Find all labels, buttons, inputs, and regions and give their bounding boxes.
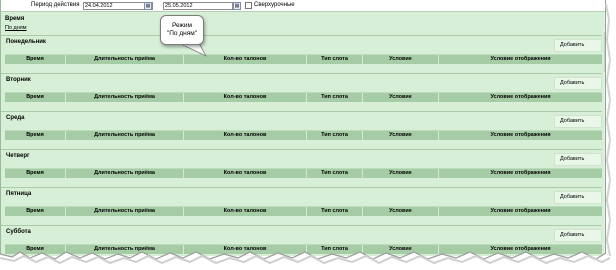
overtime-checkbox[interactable] — [245, 2, 252, 9]
add-button[interactable]: Добавить — [554, 153, 602, 166]
date-from-field[interactable]: 24.04.2012 — [83, 2, 153, 10]
day-section: Вторник Добавить Время Длительность приёма К… — [1, 73, 605, 111]
day-name: Суббота — [6, 229, 31, 235]
column-header[interactable]: Кол-во талонов — [184, 93, 307, 102]
column-header[interactable]: Длительность приёма — [66, 93, 184, 102]
column-header[interactable]: Время — [5, 207, 66, 216]
date-to-field[interactable]: 25.05.2012 — [163, 2, 233, 10]
day-divider — [1, 111, 602, 112]
column-header[interactable]: Время — [5, 55, 66, 64]
column-header[interactable]: Условие отображения — [439, 245, 602, 254]
column-header[interactable]: Кол-во талонов — [184, 207, 307, 216]
column-header[interactable]: Тип слота — [307, 245, 363, 254]
column-header[interactable]: Длительность приёма — [66, 131, 184, 140]
add-button[interactable]: Добавить — [554, 77, 602, 90]
column-header[interactable]: Длительность приёма — [66, 169, 184, 178]
column-header[interactable]: Время — [5, 93, 66, 102]
add-button[interactable]: Добавить — [554, 115, 602, 128]
mode-by-days-link[interactable]: По дням — [5, 25, 27, 31]
column-header[interactable]: Время — [5, 131, 66, 140]
column-header[interactable]: Тип слота — [307, 169, 363, 178]
column-header[interactable]: Тип слота — [307, 93, 363, 102]
day-name: Вторник — [6, 77, 31, 83]
column-header[interactable]: Условие отображения — [439, 131, 602, 140]
overtime-label: Сверхурочные — [254, 2, 295, 8]
day-divider — [1, 187, 602, 188]
add-button[interactable]: Добавить — [554, 39, 602, 52]
column-header[interactable]: Кол-во талонов — [184, 169, 307, 178]
day-name: Понедельник — [6, 39, 46, 45]
column-header[interactable]: Длительность приёма — [66, 55, 184, 64]
table-header: Время Длительность приёма Кол-во талонов Ти… — [5, 54, 602, 64]
table-header: Время Длительность приёма Кол-во талонов Ти… — [5, 92, 602, 102]
callout-line-1: Режим — [171, 22, 193, 29]
column-header[interactable]: Кол-во талонов — [184, 245, 307, 254]
scrollbar[interactable] — [604, 12, 605, 256]
column-header[interactable]: Условие отображения — [439, 207, 602, 216]
column-header[interactable]: Тип слота — [307, 131, 363, 140]
day-divider — [1, 35, 602, 36]
day-name: Среда — [6, 115, 25, 121]
column-header[interactable]: Тип слота — [307, 55, 363, 64]
day-divider — [1, 73, 602, 74]
column-header[interactable]: Условие отображения — [439, 169, 602, 178]
day-section: Среда Добавить Время Длительность приёма Кол… — [1, 111, 605, 149]
add-button[interactable]: Добавить — [554, 229, 602, 242]
column-header[interactable]: Условие отображения — [439, 93, 602, 102]
column-header[interactable]: Условие — [363, 245, 439, 254]
callout-line-2: "По дням" — [166, 30, 198, 37]
day-name: Четверг — [6, 153, 30, 159]
day-section: Четверг Добавить Время Длительность приёма К… — [1, 149, 605, 187]
column-header[interactable]: Время — [5, 169, 66, 178]
day-section: Понедельник Добавить Время Длительность при… — [1, 35, 605, 73]
day-section: Суббота Добавить Время Длительность приёма К… — [1, 225, 605, 256]
column-header[interactable]: Время — [5, 245, 66, 254]
calendar-to-icon[interactable]: ▦ — [233, 2, 241, 10]
mode-callout: Режим "По дням" — [160, 15, 204, 45]
column-header[interactable]: Условие отображения — [439, 55, 602, 64]
table-header: Время Длительность приёма Кол-во талонов Ти… — [5, 168, 602, 178]
calendar-from-icon[interactable]: ▦ — [144, 2, 152, 10]
column-header[interactable]: Длительность приёма — [66, 245, 184, 254]
add-button[interactable]: Добавить — [554, 191, 602, 204]
column-header[interactable]: Длительность приёма — [66, 207, 184, 216]
day-divider — [1, 225, 602, 226]
table-header: Время Длительность приёма Кол-во талонов Ти… — [5, 244, 602, 254]
day-section: Пятница Добавить Время Длительность приёма К… — [1, 187, 605, 225]
column-header[interactable]: Кол-во талонов — [184, 131, 307, 140]
column-header[interactable]: Условие — [363, 207, 439, 216]
column-header[interactable]: Условие — [363, 93, 439, 102]
section-title: Время — [5, 16, 25, 22]
period-label: Период действия — [31, 2, 80, 8]
column-header[interactable]: Условие — [363, 131, 439, 140]
column-header[interactable]: Тип слота — [307, 207, 363, 216]
day-name: Пятница — [6, 191, 32, 197]
column-header[interactable]: Условие — [363, 169, 439, 178]
column-header[interactable]: Условие — [363, 55, 439, 64]
schedule-panel: Период действия 24.04.2012 ▦ 25.05.2012 … — [0, 0, 606, 256]
column-header[interactable]: Кол-во талонов — [184, 55, 307, 64]
scrollbar-thumb[interactable] — [604, 32, 605, 72]
table-header: Время Длительность приёма Кол-во талонов Ти… — [5, 130, 602, 140]
table-header: Время Длительность приёма Кол-во талонов Ти… — [5, 206, 602, 216]
period-toolbar: Период действия 24.04.2012 ▦ 25.05.2012 … — [1, 0, 605, 12]
day-divider — [1, 149, 602, 150]
